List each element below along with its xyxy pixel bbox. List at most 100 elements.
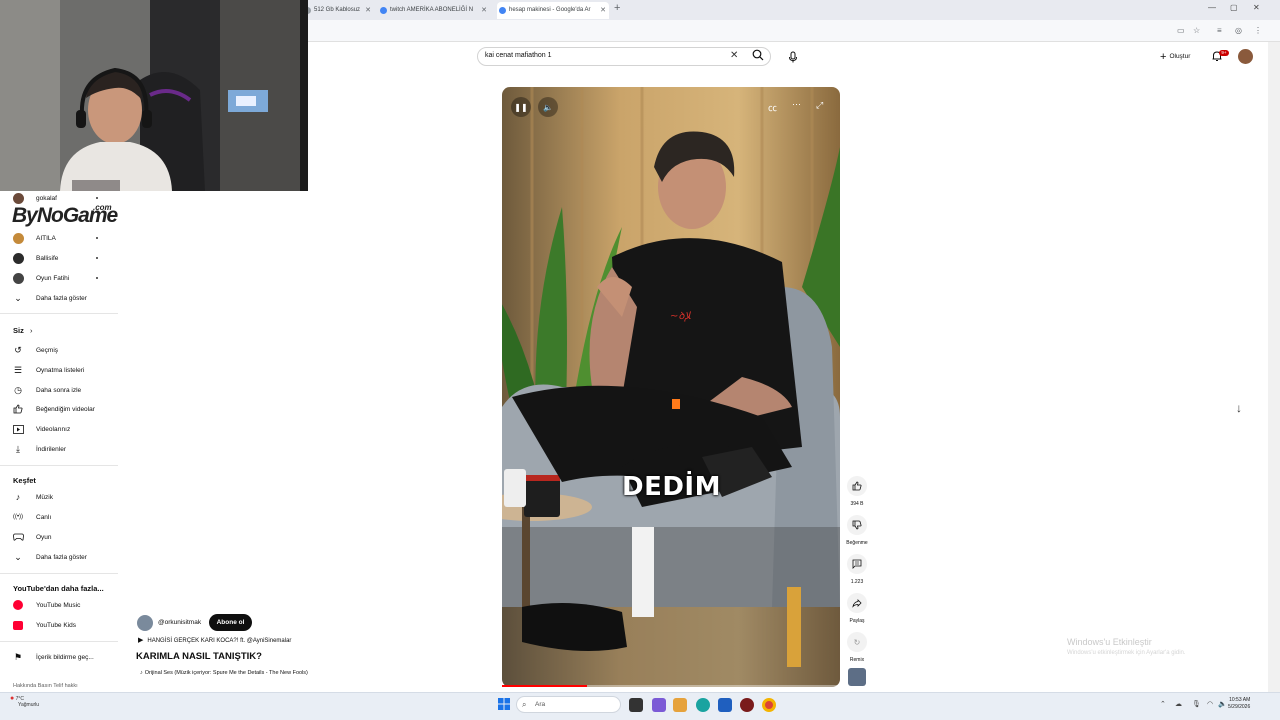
network-icon[interactable]: ☁ bbox=[1175, 700, 1182, 708]
sidebar-item-live[interactable]: ((•)) Canlı bbox=[12, 508, 112, 526]
microphone-icon[interactable]: 🎙 bbox=[1192, 700, 1201, 708]
live-dot bbox=[96, 277, 98, 279]
wifi-icon[interactable]: ◠ bbox=[1207, 700, 1213, 708]
sidebar-item-label: Beğendiğim videolar bbox=[36, 405, 95, 413]
create-label: Oluştur bbox=[1169, 53, 1191, 60]
subscribe-button[interactable]: Abone ol bbox=[209, 614, 252, 631]
sidebar-item-music[interactable]: ♪ Müzik bbox=[12, 488, 112, 506]
show-more-button[interactable]: ⌄ Daha fazla göster bbox=[12, 548, 112, 566]
close-icon[interactable]: ✕ bbox=[600, 2, 606, 19]
sidebar-item-liked-videos[interactable]: Beğendiğim videolar bbox=[12, 400, 112, 418]
plus-icon[interactable]: + bbox=[614, 2, 620, 14]
sidebar-item-playlists[interactable]: ☰ Oynatma listeleri bbox=[12, 361, 112, 379]
pause-icon[interactable]: ❚❚ bbox=[511, 97, 531, 117]
show-more-label: Daha fazla göster bbox=[36, 553, 87, 561]
you-section-heading[interactable]: Siz › bbox=[13, 326, 32, 335]
sidebar-item-downloads[interactable]: ⤓ İndirilenler bbox=[12, 440, 112, 458]
watch-later-icon: ◷ bbox=[14, 384, 22, 395]
arrow-down-icon[interactable]: ↓ bbox=[1236, 401, 1242, 415]
downloads-icon: ⤓ bbox=[16, 443, 20, 454]
captions-icon[interactable]: ㏄ bbox=[768, 101, 777, 114]
subscription-label: gokalaf bbox=[36, 194, 57, 202]
search-icon[interactable] bbox=[752, 49, 764, 64]
close-icon[interactable]: ✕ bbox=[365, 2, 371, 19]
chevron-down-icon: ⌄ bbox=[14, 551, 22, 562]
chrome-icon[interactable] bbox=[762, 698, 776, 712]
show-more-label: Daha fazla göster bbox=[36, 294, 87, 302]
menu-icon[interactable]: ⋮ bbox=[1254, 26, 1262, 35]
teams-icon[interactable] bbox=[652, 698, 666, 712]
extensions-icon[interactable]: ≡ bbox=[1217, 26, 1222, 35]
comment-icon bbox=[852, 559, 862, 569]
app-icon[interactable] bbox=[740, 698, 754, 712]
show-more-button[interactable]: ⌄ Daha fazla göster bbox=[12, 289, 112, 307]
sidebar-item-watch-later[interactable]: ◷ Daha sonra izle bbox=[12, 381, 112, 399]
browser-tab[interactable]: twitch AMERİKA ABONELİĞİ N ✕ bbox=[378, 2, 490, 19]
sidebar-item-gaming[interactable]: Oyun bbox=[12, 528, 112, 546]
browser-tab[interactable]: 512 Gb Kablosuz ✕ bbox=[302, 2, 374, 19]
file-explorer-icon[interactable] bbox=[673, 698, 687, 712]
avatar[interactable] bbox=[1238, 49, 1253, 64]
volume-icon[interactable]: 🔈 bbox=[538, 97, 558, 117]
close-window-icon[interactable]: ✕ bbox=[1253, 3, 1260, 12]
task-view-icon[interactable] bbox=[629, 698, 643, 712]
sidebar-item-report[interactable]: ⚑ İçerik bildirme geç... bbox=[12, 648, 112, 666]
chevron-up-icon[interactable]: ⌃ bbox=[1160, 700, 1166, 708]
playlist-link[interactable]: ▶ HANGİSİ GERÇEK KARI KOCA?! ft. @AyniSin… bbox=[138, 636, 291, 644]
sidebar-item-youtube-music[interactable]: YouTube Music bbox=[12, 596, 112, 614]
weather-desc: Yağmurlu bbox=[18, 702, 40, 708]
edge-icon[interactable] bbox=[696, 698, 710, 712]
clear-search-icon[interactable]: ✕ bbox=[730, 50, 738, 61]
sidebar-subscription[interactable]: Oyun Fatihi bbox=[12, 269, 112, 287]
comment-count: 1.223 bbox=[850, 579, 864, 585]
dislike-button[interactable] bbox=[847, 515, 867, 535]
fullscreen-icon[interactable]: ⤢ bbox=[816, 100, 823, 111]
bookmark-star-icon[interactable]: ☆ bbox=[1193, 26, 1200, 35]
store-icon[interactable] bbox=[718, 698, 732, 712]
scrollbar[interactable] bbox=[1268, 42, 1280, 692]
more-options-icon[interactable]: ⋯ bbox=[792, 99, 801, 110]
subscription-label: Oyun Fatihi bbox=[36, 274, 70, 282]
sidebar-subscription[interactable]: gokalaf bbox=[12, 189, 112, 207]
history-icon: ↺ bbox=[14, 344, 22, 355]
profile-icon[interactable]: ◎ bbox=[1235, 26, 1242, 35]
like-button[interactable] bbox=[847, 476, 867, 496]
minimize-icon[interactable]: — bbox=[1208, 3, 1216, 12]
weather-widget[interactable]: ● 7°C Yağmurlu bbox=[10, 695, 40, 708]
cast-icon[interactable]: ▭ bbox=[1177, 26, 1185, 35]
remix-button[interactable]: ↻ bbox=[847, 632, 867, 652]
sidebar-item-label: Canlı bbox=[36, 513, 52, 521]
explore-heading: Keşfet bbox=[13, 476, 36, 485]
channel-name[interactable]: @orkunisitmak bbox=[158, 619, 201, 626]
sound-thumbnail[interactable] bbox=[848, 668, 866, 686]
sidebar-item-your-videos[interactable]: Videolarınız bbox=[12, 420, 112, 438]
microphone-icon[interactable] bbox=[786, 50, 800, 64]
browser-tab-active[interactable]: hesap makinesi - Google'da Ar ✕ bbox=[497, 2, 609, 19]
live-icon: ((•)) bbox=[12, 514, 24, 520]
progress-fill bbox=[502, 685, 587, 687]
footer-links[interactable]: Hakkında Basın Telif hakkı bbox=[13, 683, 78, 689]
close-icon[interactable]: ✕ bbox=[481, 2, 487, 19]
windows-start-icon[interactable] bbox=[497, 697, 511, 711]
sidebar-item-label: Geçmiş bbox=[36, 346, 59, 354]
channel-avatar[interactable] bbox=[137, 615, 153, 631]
volume-icon[interactable]: 🔈 bbox=[1218, 700, 1227, 708]
remix-label: Remix bbox=[849, 657, 865, 663]
taskbar-clock[interactable]: 10:53 AM 5/29/2026 bbox=[1228, 697, 1250, 711]
gaming-icon bbox=[12, 531, 24, 543]
comments-button[interactable] bbox=[847, 554, 867, 574]
maximize-icon[interactable]: ▢ bbox=[1230, 3, 1238, 12]
sidebar-subscription[interactable]: AITILA bbox=[12, 229, 112, 247]
taskbar-search-input[interactable]: ⌕ Ara bbox=[516, 696, 621, 713]
share-button[interactable] bbox=[847, 593, 867, 613]
audio-link[interactable]: ♪ Orijinal Ses (Müzik içeriyor: Spure Me … bbox=[140, 670, 308, 676]
plus-icon: + bbox=[1160, 50, 1167, 63]
live-dot bbox=[96, 237, 98, 239]
create-button[interactable]: + Oluştur bbox=[1154, 48, 1196, 65]
sidebar-item-history[interactable]: ↺ Geçmiş bbox=[12, 341, 112, 359]
play-icon: ▶ bbox=[138, 637, 144, 644]
sidebar-subscription[interactable]: Ballisife bbox=[12, 249, 112, 267]
shorts-video-player[interactable]: ~ꝺ﻿ﻺ bbox=[502, 87, 840, 687]
sidebar-item-youtube-kids[interactable]: YouTube Kids bbox=[12, 616, 112, 634]
video-caption: DEDİM bbox=[622, 472, 721, 502]
